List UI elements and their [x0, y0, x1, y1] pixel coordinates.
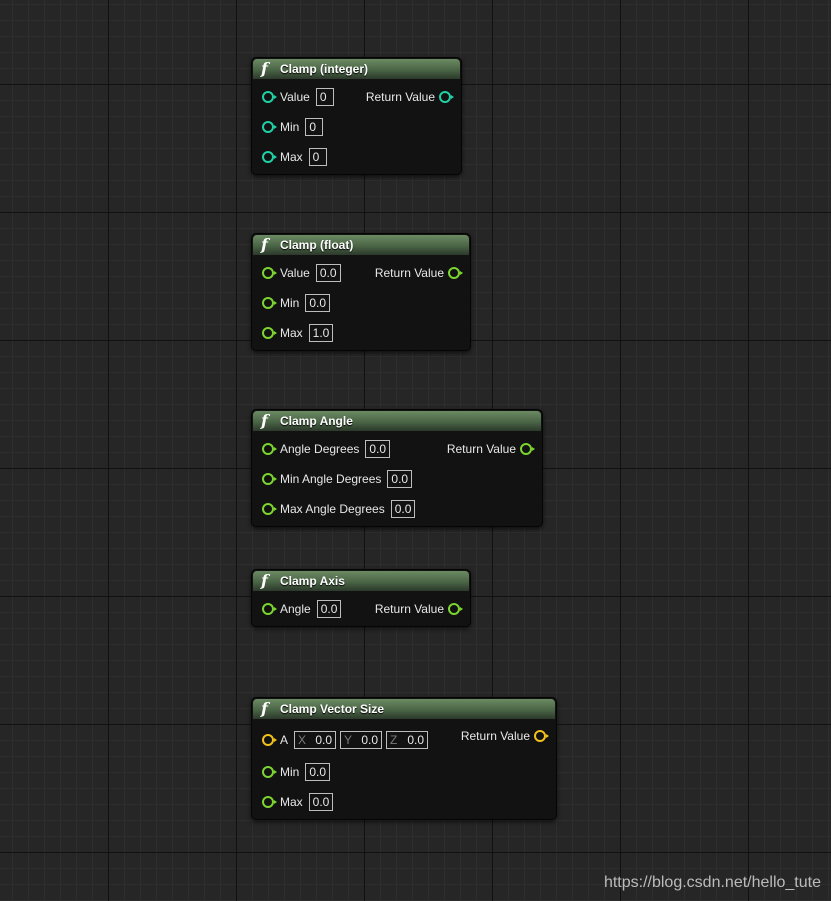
max-angle-degrees-field[interactable]: 0.0 [390, 500, 416, 518]
input-pin-angle-degrees[interactable] [262, 443, 277, 455]
function-icon: f [261, 699, 268, 718]
function-icon: f [261, 59, 268, 78]
angle-field[interactable]: 0.0 [316, 600, 342, 618]
return-value-label: Return Value [374, 266, 444, 280]
pin-label-min-angle-degrees: Min Angle Degrees [280, 472, 382, 486]
pin-label-min: Min [280, 765, 300, 779]
input-pin-min[interactable] [262, 121, 277, 133]
return-value-label: Return Value [374, 602, 444, 616]
pin-label-max: Max [280, 326, 303, 340]
node-title: Clamp Angle [280, 414, 353, 428]
node-clamp-vector-size[interactable]: f Clamp Vector Size A X 0.0 Y 0.0 Z 0.0 … [251, 697, 557, 820]
node-title: Clamp Axis [280, 574, 345, 588]
input-pin-min[interactable] [262, 297, 277, 309]
max-field[interactable]: 0 [308, 148, 327, 166]
pin-label-angle-degrees: Angle Degrees [280, 442, 360, 456]
pin-label-min: Min [280, 120, 300, 134]
node-header[interactable]: f Clamp Angle [253, 411, 541, 431]
function-icon: f [261, 571, 268, 590]
min-field[interactable]: 0.0 [305, 294, 331, 312]
pin-label-min: Min [280, 296, 300, 310]
input-pin-angle[interactable] [262, 603, 277, 615]
input-pin-min[interactable] [262, 766, 277, 778]
return-value-label: Return Value [460, 729, 530, 743]
node-header[interactable]: f Clamp (integer) [253, 59, 460, 79]
input-pin-value[interactable] [262, 91, 277, 103]
node-clamp-integer[interactable]: f Clamp (integer) Value 0 Return Value M… [251, 57, 462, 175]
pin-label-value: Value [280, 90, 310, 104]
output-pin-return-value[interactable] [534, 730, 549, 742]
return-value-label: Return Value [365, 90, 435, 104]
output-pin-return-value[interactable] [520, 443, 535, 455]
min-angle-degrees-field[interactable]: 0.0 [387, 470, 413, 488]
output-pin-return-value[interactable] [448, 267, 463, 279]
output-pin-return-value[interactable] [448, 603, 463, 615]
node-title: Clamp (integer) [280, 62, 369, 76]
input-pin-max[interactable] [262, 151, 277, 163]
input-pin-max-angle-degrees[interactable] [262, 503, 277, 515]
node-clamp-float[interactable]: f Clamp (float) Value 0.0 Return Value M… [251, 233, 471, 351]
value-field[interactable]: 0.0 [315, 264, 341, 282]
node-title: Clamp Vector Size [280, 702, 385, 716]
node-clamp-axis[interactable]: f Clamp Axis Angle 0.0 Return Value [251, 569, 471, 627]
min-field[interactable]: 0.0 [305, 763, 331, 781]
node-header[interactable]: f Clamp Vector Size [253, 699, 555, 719]
pin-label-max: Max [280, 795, 303, 809]
return-value-label: Return Value [446, 442, 516, 456]
input-pin-min-angle-degrees[interactable] [262, 473, 277, 485]
watermark-url: https://blog.csdn.net/hello_tute [603, 874, 821, 891]
pin-label-angle: Angle [280, 602, 311, 616]
max-field[interactable]: 0.0 [308, 793, 334, 811]
node-title: Clamp (float) [280, 238, 354, 252]
function-icon: f [261, 235, 268, 254]
function-icon: f [261, 411, 268, 430]
input-pin-max[interactable] [262, 796, 277, 808]
angle-degrees-field[interactable]: 0.0 [365, 440, 391, 458]
input-pin-max[interactable] [262, 327, 277, 339]
max-field[interactable]: 1.0 [308, 324, 334, 342]
min-field[interactable]: 0 [305, 118, 324, 136]
input-pin-value[interactable] [262, 267, 277, 279]
output-pin-return-value[interactable] [439, 91, 454, 103]
value-field[interactable]: 0 [315, 88, 334, 106]
node-clamp-angle[interactable]: f Clamp Angle Angle Degrees 0.0 Return V… [251, 409, 543, 527]
pin-label-value: Value [280, 266, 310, 280]
pin-label-max: Max [280, 150, 303, 164]
node-header[interactable]: f Clamp (float) [253, 235, 469, 255]
node-header[interactable]: f Clamp Axis [253, 571, 469, 591]
pin-label-max-angle-degrees: Max Angle Degrees [280, 502, 385, 516]
